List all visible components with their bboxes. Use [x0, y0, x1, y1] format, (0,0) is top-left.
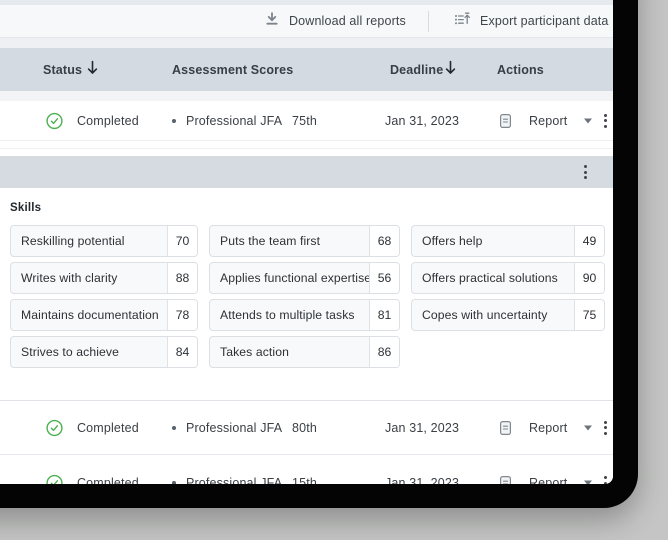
report-dropdown-caret-icon[interactable] [584, 425, 592, 430]
table-header-row: Status Assessment Scores Deadline Action… [0, 48, 613, 91]
column-header-assessment-scores[interactable]: Assessment Scores [172, 63, 293, 77]
skill-chip: Copes with uncertainty 75 [411, 299, 605, 331]
row-menu-button[interactable] [602, 112, 609, 130]
skill-label: Applies functional expertise [210, 263, 369, 293]
skill-label: Reskilling potential [11, 226, 167, 256]
skill-label: Offers practical solutions [412, 263, 574, 293]
skill-chip: Maintains documentation 78 [10, 299, 198, 331]
strip [0, 91, 613, 101]
bullet-icon [172, 426, 176, 430]
skill-chip: Reskilling potential 70 [10, 225, 198, 257]
assessment-name: Professional JFA [186, 114, 282, 128]
table-row[interactable]: Completed Professional JFA 80th Jan 31, … [0, 401, 613, 455]
bullet-icon [172, 481, 176, 484]
skill-chip: Applies functional expertise 56 [209, 262, 400, 294]
status-completed-icon [46, 419, 63, 436]
kebab-icon [602, 112, 609, 130]
deadline-date: Jan 31, 2023 [385, 421, 459, 435]
export-list-icon [454, 11, 471, 32]
strip [0, 38, 613, 48]
skill-score: 86 [369, 337, 399, 367]
status-completed-icon [46, 475, 63, 485]
expanded-row-header[interactable] [0, 156, 613, 188]
skill-label: Puts the team first [210, 226, 369, 256]
kebab-icon [602, 474, 609, 484]
skill-label: Offers help [412, 226, 574, 256]
sort-descending-icon[interactable] [86, 60, 99, 80]
skill-label: Attends to multiple tasks [210, 300, 369, 330]
skill-score: 56 [369, 263, 399, 293]
report-document-icon [498, 113, 513, 129]
skill-score: 68 [369, 226, 399, 256]
status-text: Completed [77, 421, 139, 435]
status-text: Completed [77, 476, 139, 484]
expanded-row-menu-button[interactable] [582, 163, 589, 181]
export-participant-data-button[interactable]: Export participant data [454, 5, 609, 37]
skill-chip: Takes action 86 [209, 336, 400, 368]
app-screen: Download all reports Export participant … [0, 0, 613, 484]
report-link[interactable]: Report [529, 421, 567, 435]
table-row[interactable]: Completed Professional JFA 15th Jan 31, … [0, 456, 613, 484]
assessment-percentile: 15th [292, 476, 317, 484]
skill-chip: Offers practical solutions 90 [411, 262, 605, 294]
report-document-icon [498, 420, 513, 436]
download-icon [264, 11, 280, 32]
sort-descending-icon[interactable] [444, 60, 457, 80]
skill-chip: Puts the team first 68 [209, 225, 400, 257]
assessment-percentile: 75th [292, 114, 317, 128]
row-menu-button[interactable] [602, 474, 609, 484]
report-document-icon [498, 475, 513, 484]
skill-label: Strives to achieve [11, 337, 167, 367]
report-dropdown-caret-icon[interactable] [584, 118, 592, 123]
column-header-actions: Actions [497, 63, 544, 77]
download-all-reports-label: Download all reports [289, 14, 406, 28]
row-menu-button[interactable] [602, 419, 609, 437]
bullet-icon [172, 119, 176, 123]
deadline-date: Jan 31, 2023 [385, 114, 459, 128]
kebab-icon [602, 419, 609, 437]
assessment-name: Professional JFA [186, 476, 282, 484]
skill-label: Writes with clarity [11, 263, 167, 293]
report-link[interactable]: Report [529, 114, 567, 128]
table-row[interactable]: Completed Professional JFA 75th Jan 31, … [0, 101, 613, 141]
skill-score: 49 [574, 226, 604, 256]
status-completed-icon [46, 112, 63, 129]
skills-grid: Reskilling potential 70 Puts the team fi… [10, 225, 605, 368]
skill-score: 81 [369, 300, 399, 330]
report-dropdown-caret-icon[interactable] [584, 481, 592, 485]
skill-chip: Writes with clarity 88 [10, 262, 198, 294]
skill-score: 70 [167, 226, 197, 256]
skill-score: 84 [167, 337, 197, 367]
skill-score: 88 [167, 263, 197, 293]
export-participant-data-label: Export participant data [480, 14, 609, 28]
skill-chip: Strives to achieve 84 [10, 336, 198, 368]
skill-chip: Attends to multiple tasks 81 [209, 299, 400, 331]
skill-score: 78 [167, 300, 197, 330]
divider [0, 148, 613, 149]
toolbar: Download all reports Export participant … [0, 5, 613, 38]
skill-score: 75 [574, 300, 604, 330]
assessment-percentile: 80th [292, 421, 317, 435]
deadline-date: Jan 31, 2023 [385, 476, 459, 484]
skill-label: Maintains documentation [11, 300, 167, 330]
skill-score: 90 [574, 263, 604, 293]
report-link[interactable]: Report [529, 476, 567, 484]
assessment-name: Professional JFA [186, 421, 282, 435]
expanded-skills-section: Skills Reskilling potential 70 Puts the … [0, 188, 613, 400]
skill-chip: Offers help 49 [411, 225, 605, 257]
skills-section-title: Skills [10, 202, 41, 214]
download-all-reports-button[interactable]: Download all reports [264, 5, 406, 37]
status-text: Completed [77, 114, 139, 128]
column-header-status[interactable]: Status [43, 63, 82, 77]
skill-label: Takes action [210, 337, 369, 367]
skill-label: Copes with uncertainty [412, 300, 574, 330]
toolbar-divider [428, 11, 429, 32]
column-header-deadline[interactable]: Deadline [390, 63, 443, 77]
